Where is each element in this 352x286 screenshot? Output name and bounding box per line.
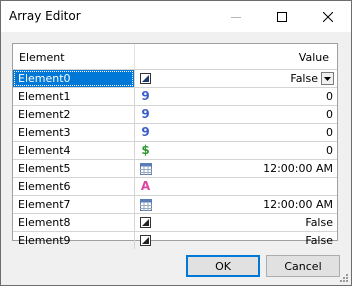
table-row[interactable]: Element0 False <box>13 69 337 87</box>
minimize-icon <box>231 16 241 18</box>
table-row[interactable]: Element9 False <box>13 231 337 249</box>
letter-a-icon: A <box>140 179 151 193</box>
maximize-icon <box>277 11 287 22</box>
table-row[interactable]: Element6 A <box>13 177 337 195</box>
title-bar[interactable]: Array Editor <box>1 1 351 32</box>
value-text: 12:00:00 AM <box>263 162 333 175</box>
element-value-cell[interactable]: False <box>135 70 337 87</box>
element-value-cell[interactable]: 9 0 <box>135 88 337 105</box>
value-text: 0 <box>326 144 333 157</box>
chevron-down-icon <box>324 76 331 81</box>
window-title: Array Editor <box>9 9 81 23</box>
element-name-cell[interactable]: Element8 <box>13 214 134 231</box>
ok-button[interactable]: OK <box>186 255 260 277</box>
table-row[interactable]: Element3 9 0 <box>13 123 337 141</box>
table-row[interactable]: Element7 12:00:00 AM <box>13 195 337 213</box>
dropdown-button[interactable] <box>321 72 334 85</box>
element-name-cell[interactable]: Element6 <box>13 178 134 195</box>
cancel-button[interactable]: Cancel <box>266 255 340 277</box>
resize-grip-icon[interactable] <box>338 272 348 282</box>
element-name-cell[interactable]: Element0 <box>13 70 134 87</box>
close-button[interactable] <box>305 1 351 32</box>
element-name-cell[interactable]: Element1 <box>13 88 134 105</box>
element-name-cell[interactable]: Element9 <box>13 232 134 249</box>
maximize-button[interactable] <box>259 1 305 32</box>
value-text: False <box>290 72 318 85</box>
table-row[interactable]: Element2 9 0 <box>13 105 337 123</box>
table-row[interactable]: Element4 $ 0 <box>13 141 337 159</box>
number-nine-icon: 9 <box>141 89 150 103</box>
header-divider <box>134 44 135 69</box>
element-name-cell[interactable]: Element3 <box>13 124 134 141</box>
element-value-cell[interactable]: $ 0 <box>135 142 337 159</box>
element-value-cell[interactable]: 9 0 <box>135 124 337 141</box>
element-name-cell[interactable]: Element4 <box>13 142 134 159</box>
value-column-header[interactable]: Value <box>299 51 329 64</box>
table-row[interactable]: Element1 9 0 <box>13 87 337 105</box>
checkbox-icon <box>139 72 152 85</box>
value-text: False <box>305 216 333 229</box>
element-name-cell[interactable]: Element7 <box>13 196 134 213</box>
checkbox-icon <box>139 216 152 229</box>
element-name-cell[interactable]: Element2 <box>13 106 134 123</box>
value-text: 0 <box>326 126 333 139</box>
value-text: 0 <box>326 90 333 103</box>
calendar-icon <box>139 198 152 211</box>
element-value-cell[interactable]: 12:00:00 AM <box>135 160 337 177</box>
array-editor-window: Array Editor Element Value Element0 Fals… <box>0 0 352 286</box>
element-value-cell[interactable]: False <box>135 214 337 231</box>
value-text: False <box>305 234 333 247</box>
table-row[interactable]: Element5 12:00:00 AM <box>13 159 337 177</box>
table-row[interactable]: Element8 False <box>13 213 337 231</box>
element-value-cell[interactable]: False <box>135 232 337 249</box>
checkbox-icon <box>139 234 152 247</box>
minimize-button[interactable] <box>213 1 259 32</box>
array-grid[interactable]: Element Value Element0 False Element1 9 <box>12 43 338 249</box>
close-icon <box>323 11 333 22</box>
value-text: 12:00:00 AM <box>263 198 333 211</box>
element-value-cell[interactable]: A <box>135 178 337 195</box>
value-text: 0 <box>326 108 333 121</box>
element-value-cell[interactable]: 12:00:00 AM <box>135 196 337 213</box>
calendar-icon <box>139 162 152 175</box>
number-nine-icon: 9 <box>141 107 150 121</box>
number-nine-icon: 9 <box>141 125 150 139</box>
element-value-cell[interactable]: 9 0 <box>135 106 337 123</box>
dollar-icon: $ <box>141 143 150 157</box>
element-column-header[interactable]: Element <box>19 51 65 64</box>
element-name-cell[interactable]: Element5 <box>13 160 134 177</box>
grid-header: Element Value <box>13 44 337 69</box>
